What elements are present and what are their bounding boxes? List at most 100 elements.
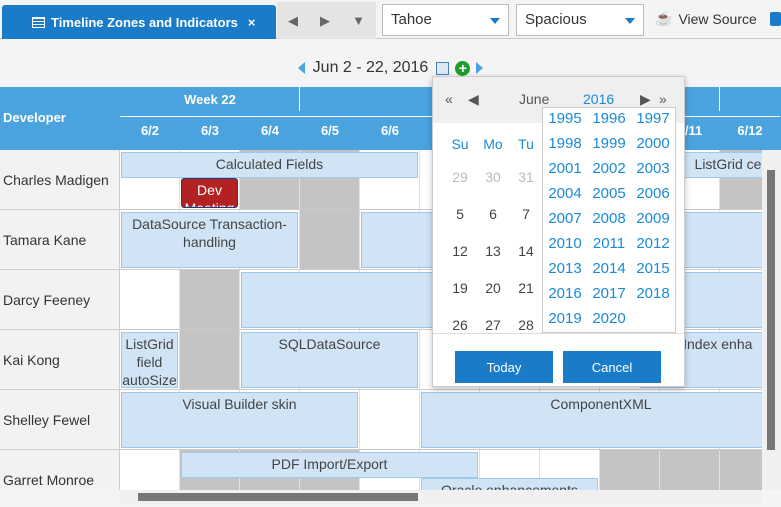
year-option[interactable]: 1996 — [587, 110, 631, 127]
calendar-day[interactable]: 5 — [445, 206, 475, 222]
developer-name: Tamara Kane — [0, 210, 120, 269]
timeline-event[interactable]: PDF Import/Export — [181, 452, 478, 478]
timeline-event[interactable]: ListGrid ce — [678, 152, 762, 178]
calendar-day[interactable]: 7 — [511, 206, 541, 222]
calendar-icon[interactable] — [436, 61, 450, 75]
year-option[interactable]: 2015 — [631, 260, 675, 277]
print-icon[interactable] — [770, 12, 781, 26]
year-option[interactable]: 2005 — [587, 185, 631, 202]
calendar-day[interactable]: 20 — [478, 280, 508, 296]
timeline-cell[interactable] — [720, 450, 762, 490]
developer-column-header[interactable]: Developer — [3, 110, 66, 125]
year-option[interactable]: 2004 — [543, 185, 587, 202]
calendar-day[interactable]: 27 — [478, 317, 508, 333]
prev-year-icon[interactable]: « — [445, 91, 453, 107]
horizontal-scrollbar[interactable] — [120, 490, 762, 505]
developer-name: Darcy Feeney — [0, 270, 120, 329]
prev-month-icon[interactable]: ◀ — [468, 91, 479, 108]
next-month-icon[interactable]: ▶ — [640, 91, 651, 108]
tab-timeline[interactable]: Timeline Zones and Indicators × — [2, 5, 276, 39]
close-icon[interactable]: × — [248, 15, 256, 30]
timeline-event[interactable]: ListGrid field autoSize — [121, 332, 178, 388]
year-option[interactable]: 2003 — [631, 160, 675, 177]
calendar-day[interactable]: 31 — [511, 169, 541, 185]
view-source-button[interactable]: ☕ View Source — [655, 10, 757, 27]
year-option[interactable]: 2010 — [543, 235, 587, 252]
year-option[interactable]: 2011 — [587, 235, 631, 252]
timeline-cell[interactable] — [180, 270, 240, 329]
year-option[interactable]: 2009 — [631, 210, 675, 227]
skin-select[interactable]: Tahoe — [382, 4, 509, 36]
density-value: Spacious — [525, 11, 587, 28]
calendar-day[interactable]: 21 — [511, 280, 541, 296]
timeline-cell[interactable] — [180, 330, 240, 389]
year-option[interactable]: 2014 — [587, 260, 631, 277]
year-option[interactable]: 2019 — [543, 310, 587, 327]
year-option[interactable]: 2002 — [587, 160, 631, 177]
vertical-scrollbar[interactable] — [762, 150, 781, 490]
calendar-day[interactable]: 19 — [445, 280, 475, 296]
developer-name: Garret Monroe — [0, 450, 120, 490]
year-option[interactable]: 1995 — [543, 110, 587, 127]
day-header: 6/12 — [737, 123, 763, 138]
year-option[interactable]: 1997 — [631, 110, 675, 127]
timeline-cell[interactable] — [600, 450, 660, 490]
density-select[interactable]: Spacious — [516, 4, 644, 36]
timeline-cell[interactable] — [120, 270, 180, 329]
year-option[interactable]: 1998 — [543, 135, 587, 152]
year-option[interactable]: 2016 — [543, 285, 587, 302]
prev-range-icon[interactable] — [297, 62, 305, 74]
developer-row: Garret Monroe PDF Import/Export Oracle enh… — [0, 450, 762, 490]
skin-value: Tahoe — [391, 11, 432, 28]
year-label[interactable]: 2016 — [583, 91, 614, 107]
year-option[interactable]: 2020 — [587, 310, 631, 327]
cancel-button[interactable]: Cancel — [563, 351, 661, 383]
next-range-icon[interactable] — [476, 62, 484, 74]
today-button[interactable]: Today — [455, 351, 553, 383]
tab-label: Timeline Zones and Indicators — [51, 14, 238, 30]
meeting-event[interactable]: Dev Meeting — [181, 178, 238, 208]
month-label[interactable]: June — [519, 91, 549, 107]
year-option[interactable]: 2017 — [587, 285, 631, 302]
next-year-icon[interactable]: » — [659, 91, 667, 107]
timeline-event[interactable]: Visual Builder skin — [121, 392, 358, 448]
year-option[interactable]: 2008 — [587, 210, 631, 227]
timeline-event[interactable]: SQLDataSource — [241, 332, 418, 388]
calendar-day[interactable]: 29 — [445, 169, 475, 185]
weekday-label: Tu — [518, 136, 534, 152]
calendar-day[interactable]: 26 — [445, 317, 475, 333]
year-option[interactable]: 2018 — [631, 285, 675, 302]
timeline-cell[interactable] — [660, 450, 720, 490]
year-option[interactable]: 2001 — [543, 160, 587, 177]
timeline-cell[interactable] — [120, 450, 180, 490]
year-option[interactable]: 2013 — [543, 260, 587, 277]
prev-tab-icon[interactable]: ◀ — [288, 13, 298, 29]
day-header: 6/5 — [320, 123, 340, 138]
year-option[interactable]: 2006 — [631, 185, 675, 202]
calendar-day[interactable]: 30 — [478, 169, 508, 185]
add-icon[interactable]: + — [455, 60, 471, 76]
timeline-event[interactable]: Calculated Fields — [121, 152, 418, 178]
calendar-day[interactable]: 14 — [511, 243, 541, 259]
week-header: Week 22 — [184, 92, 236, 107]
developer-name: Charles Madigen — [0, 150, 120, 209]
next-tab-icon[interactable]: ▶ — [320, 13, 330, 29]
tab-menu-icon[interactable]: ▼ — [352, 13, 365, 28]
date-range-label: Jun 2 - 22, 2016 — [312, 59, 429, 76]
year-option[interactable]: 1999 — [587, 135, 631, 152]
year-option[interactable]: 2012 — [631, 235, 675, 252]
timeline-event[interactable]: ComponentXML — [421, 392, 762, 448]
calendar-day[interactable]: 28 — [511, 317, 541, 333]
timeline-event[interactable]: DataSource Transaction-handling — [121, 212, 298, 268]
day-header: 6/3 — [200, 123, 220, 138]
calendar-day[interactable]: 13 — [478, 243, 508, 259]
year-option[interactable]: 2000 — [631, 135, 675, 152]
tab-nav: ◀ ▶ ▼ — [277, 2, 376, 39]
chevron-down-icon — [490, 18, 500, 24]
year-option[interactable]: 2007 — [543, 210, 587, 227]
calendar-day[interactable]: 12 — [445, 243, 475, 259]
calendar-day[interactable]: 6 — [478, 206, 508, 222]
timeline-cell[interactable] — [360, 390, 420, 449]
timeline-cell[interactable] — [300, 210, 360, 269]
timeline-event[interactable]: Oracle enhancements — [421, 478, 598, 490]
